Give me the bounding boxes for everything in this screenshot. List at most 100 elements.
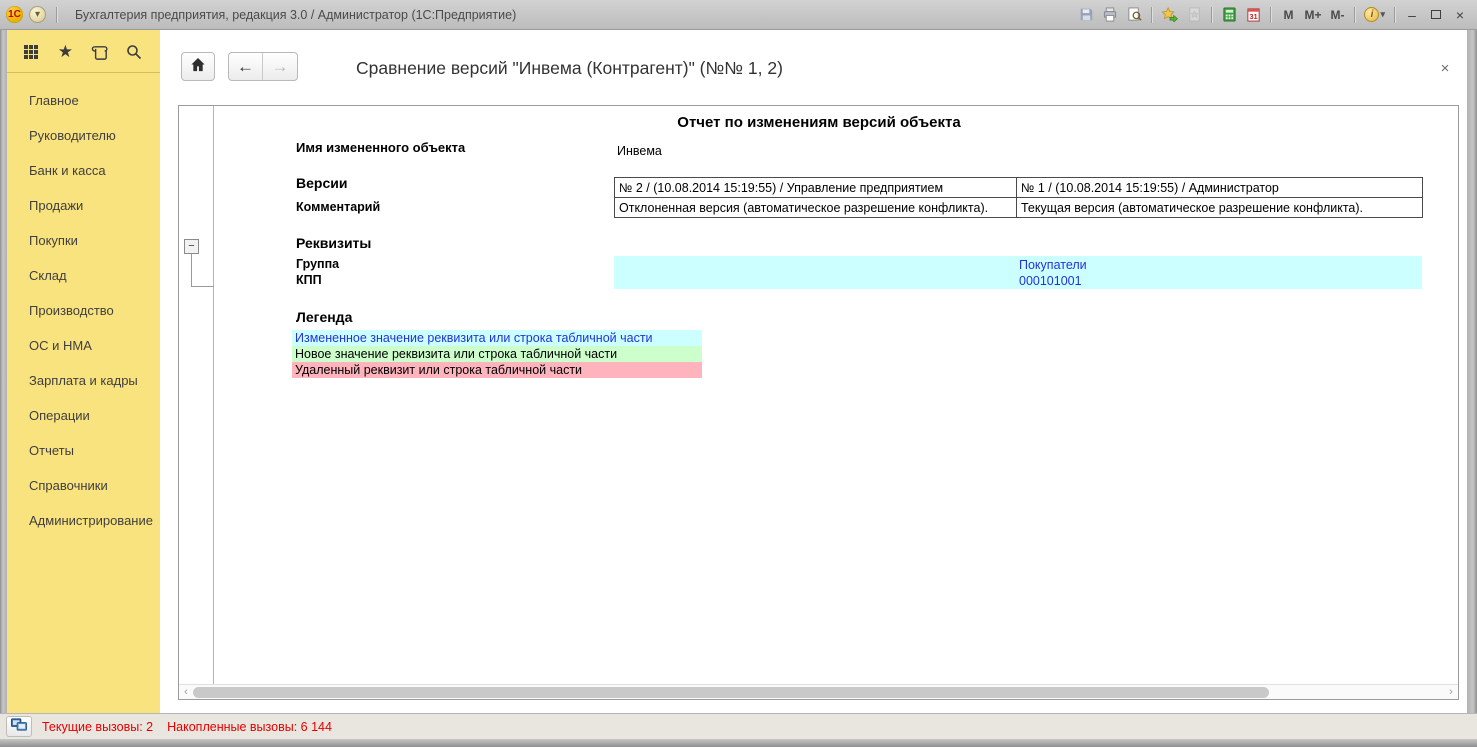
caret-down-icon: ▾ <box>1380 9 1385 20</box>
sidebar-item-prodazhi[interactable]: Продажи <box>7 188 160 223</box>
versions-section-label: Версии <box>296 175 347 191</box>
calculator-button[interactable] <box>1218 5 1240 25</box>
legend-section-label: Легенда <box>296 309 352 325</box>
report-spreadsheet: − Отчет по изменениям версий объекта Имя… <box>178 105 1459 700</box>
scroll-left-icon[interactable]: ‹ <box>179 685 193 700</box>
history-icon[interactable] <box>90 42 110 62</box>
close-form-button[interactable]: × <box>1435 58 1455 78</box>
window-border-right <box>1467 30 1477 713</box>
calendar-button[interactable]: 31 <box>1242 5 1264 25</box>
sidebar-item-os-i-nma[interactable]: ОС и НМА <box>7 328 160 363</box>
app-window: 1С ▾ Бухгалтерия предприятия, редакция 3… <box>0 0 1477 747</box>
legend-item-changed: Измененное значение реквизита или строка… <box>292 330 702 346</box>
version-cell-left: № 2 / (10.08.2014 15:19:55) / Управление… <box>615 178 1017 198</box>
sidebar-item-administrirovanie[interactable]: Администрирование <box>7 503 160 538</box>
calendar-icon: 31 <box>1246 7 1261 22</box>
maximize-icon <box>1431 10 1441 19</box>
star-add-icon <box>1161 7 1178 22</box>
separator <box>1270 7 1271 23</box>
sidebar-item-operacii[interactable]: Операции <box>7 398 160 433</box>
svg-text:31: 31 <box>1249 12 1257 21</box>
scrollbar-thumb[interactable] <box>193 687 1269 698</box>
menu-grid-icon[interactable] <box>21 42 41 62</box>
current-calls-text: Текущие вызовы: 2 <box>42 720 153 734</box>
sidebar-item-sklad[interactable]: Склад <box>7 258 160 293</box>
sidebar-item-rukovoditelyu[interactable]: Руководителю <box>7 118 160 153</box>
print-button[interactable] <box>1099 5 1121 25</box>
home-button[interactable] <box>181 52 215 81</box>
forward-button[interactable]: → <box>263 53 297 80</box>
separator <box>1151 7 1152 23</box>
version-cell-right: № 1 / (10.08.2014 15:19:55) / Администра… <box>1017 178 1423 198</box>
window-border-bottom <box>0 739 1477 747</box>
memory-plus-button[interactable]: M+ <box>1301 5 1324 25</box>
separator <box>1394 7 1395 23</box>
server-calls-icon <box>10 717 28 737</box>
report-title: Отчет по изменениям версий объекта <box>215 114 1423 131</box>
scroll-right-icon[interactable]: › <box>1444 685 1458 700</box>
attribute-label-kpp: КПП <box>296 273 322 287</box>
object-name-label: Имя измененного объекта <box>296 140 465 155</box>
comment-label: Комментарий <box>296 200 380 214</box>
sidebar-item-glavnoe[interactable]: Главное <box>7 83 160 118</box>
favorites-button[interactable] <box>1183 5 1205 25</box>
collapse-group-button[interactable]: − <box>184 239 199 254</box>
back-button[interactable]: ← <box>229 53 263 80</box>
search-icon[interactable] <box>124 42 144 62</box>
titlebar: 1С ▾ Бухгалтерия предприятия, редакция 3… <box>0 0 1477 30</box>
legend-item-deleted: Удаленный реквизит или строка табличной … <box>292 362 702 378</box>
print-preview-icon <box>1127 7 1142 22</box>
save-icon <box>1079 7 1094 22</box>
sidebar-item-pokupki[interactable]: Покупки <box>7 223 160 258</box>
group-line <box>191 286 214 287</box>
system-menu-button[interactable]: ▾ <box>29 6 46 23</box>
comment-cell-right: Текущая версия (автоматическое разрешени… <box>1017 198 1423 218</box>
info-icon: i <box>1364 7 1379 22</box>
sections-list: Главное Руководителю Банк и касса Продаж… <box>7 73 160 538</box>
sidebar-item-zarplata-i-kadry[interactable]: Зарплата и кадры <box>7 363 160 398</box>
print-preview-button[interactable] <box>1123 5 1145 25</box>
scrollbar-track[interactable] <box>193 685 1444 699</box>
group-margin: − <box>179 106 214 684</box>
page-title: Сравнение версий "Инвема (Контрагент)" (… <box>356 58 783 79</box>
separator <box>1354 7 1355 23</box>
attribute-value-kpp: 000101001 <box>1019 273 1082 289</box>
star-page-icon <box>1187 7 1202 22</box>
maximize-button[interactable] <box>1425 5 1447 25</box>
legend-item-new: Новое значение реквизита или строка табл… <box>292 346 702 362</box>
report-body: Отчет по изменениям версий объекта Имя и… <box>215 106 1458 684</box>
table-row: Отклоненная версия (автоматическое разре… <box>615 198 1423 218</box>
sidebar-item-otchety[interactable]: Отчеты <box>7 433 160 468</box>
app-logo-icon: 1С <box>6 6 23 23</box>
add-favorite-button[interactable] <box>1158 5 1181 25</box>
server-calls-button[interactable] <box>6 716 32 737</box>
calculator-icon <box>1222 7 1237 22</box>
sidebar-item-proizvodstvo[interactable]: Производство <box>7 293 160 328</box>
home-icon <box>190 57 206 77</box>
separator <box>1211 7 1212 23</box>
close-window-button[interactable]: × <box>1449 5 1471 25</box>
sidebar-item-spravochniki[interactable]: Справочники <box>7 468 160 503</box>
history-nav-group: ← → <box>228 52 298 81</box>
save-button[interactable] <box>1075 5 1097 25</box>
separator <box>56 7 57 23</box>
attributes-section-label: Реквизиты <box>296 235 371 251</box>
info-button[interactable]: i ▾ <box>1361 5 1388 25</box>
accumulated-calls-text: Накопленные вызовы: 6 144 <box>167 720 332 734</box>
memory-button[interactable]: M <box>1277 5 1299 25</box>
statusbar: Текущие вызовы: 2 Накопленные вызовы: 6 … <box>0 713 1477 739</box>
attribute-value-group: Покупатели <box>1019 257 1087 273</box>
minimize-button[interactable]: – <box>1401 5 1423 25</box>
sidebar-item-bank-i-kassa[interactable]: Банк и касса <box>7 153 160 188</box>
attribute-label-group: Группа <box>296 257 339 271</box>
object-name-value: Инвема <box>617 144 662 158</box>
favorites-star-icon[interactable]: ★ <box>55 42 75 62</box>
printer-icon <box>1102 7 1118 22</box>
window-border-left <box>0 30 7 713</box>
caret-down-icon: ▾ <box>35 9 40 20</box>
horizontal-scrollbar[interactable]: ‹ › <box>179 684 1458 699</box>
window-title: Бухгалтерия предприятия, редакция 3.0 / … <box>75 8 516 22</box>
memory-minus-button[interactable]: M- <box>1326 5 1348 25</box>
content-area: ← → Сравнение версий "Инвема (Контрагент… <box>160 30 1467 713</box>
sections-panel: ★ Главное Руководителю Банк и касса Прод… <box>7 30 160 713</box>
